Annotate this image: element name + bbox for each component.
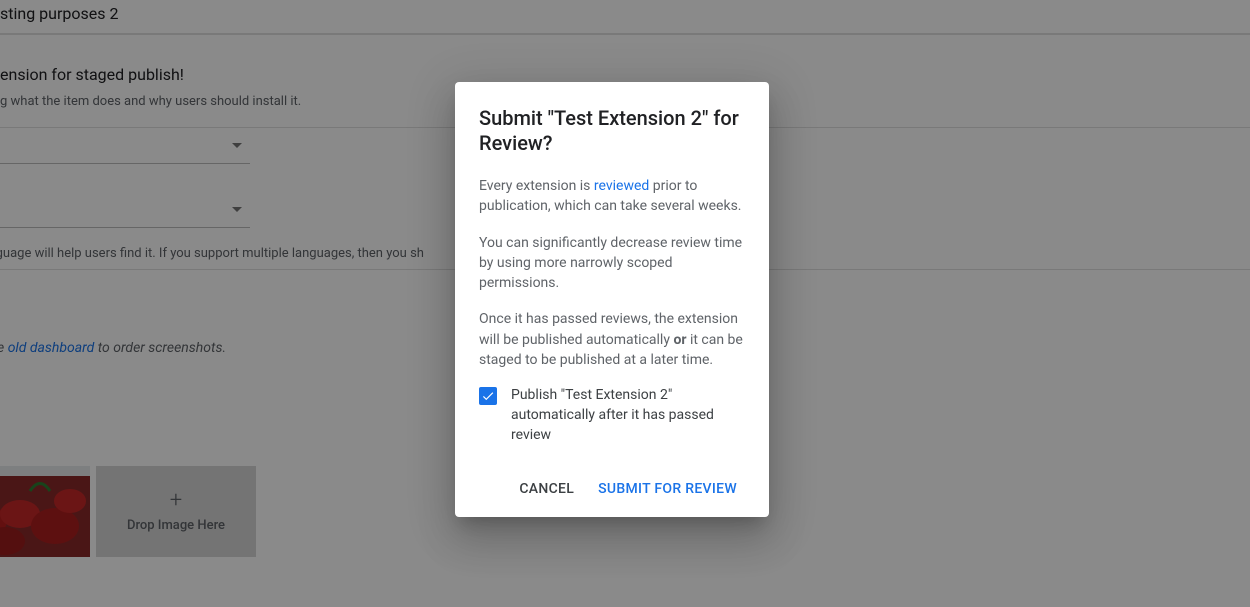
checkbox-checked-icon xyxy=(479,387,497,405)
text: Every extension is xyxy=(479,178,594,194)
reviewed-link[interactable]: reviewed xyxy=(594,178,649,194)
dialog-paragraph-2: You can significantly decrease review ti… xyxy=(479,233,745,294)
submit-for-review-button[interactable]: Submit for Review xyxy=(590,473,745,505)
dialog-title: Submit "Test Extension 2" for Review? xyxy=(479,106,745,156)
dialog-paragraph-1: Every extension is reviewed prior to pub… xyxy=(479,176,745,217)
dialog-paragraph-3: Once it has passed reviews, the extensio… xyxy=(479,309,745,370)
submit-review-dialog: Submit "Test Extension 2" for Review? Ev… xyxy=(455,82,769,517)
text-strong: or xyxy=(673,332,686,348)
cancel-button[interactable]: Cancel xyxy=(511,473,582,505)
auto-publish-option[interactable]: Publish "Test Extension 2" automatically… xyxy=(479,386,745,445)
checkbox-label: Publish "Test Extension 2" automatically… xyxy=(511,386,745,445)
dialog-actions: Cancel Submit for Review xyxy=(479,473,745,505)
